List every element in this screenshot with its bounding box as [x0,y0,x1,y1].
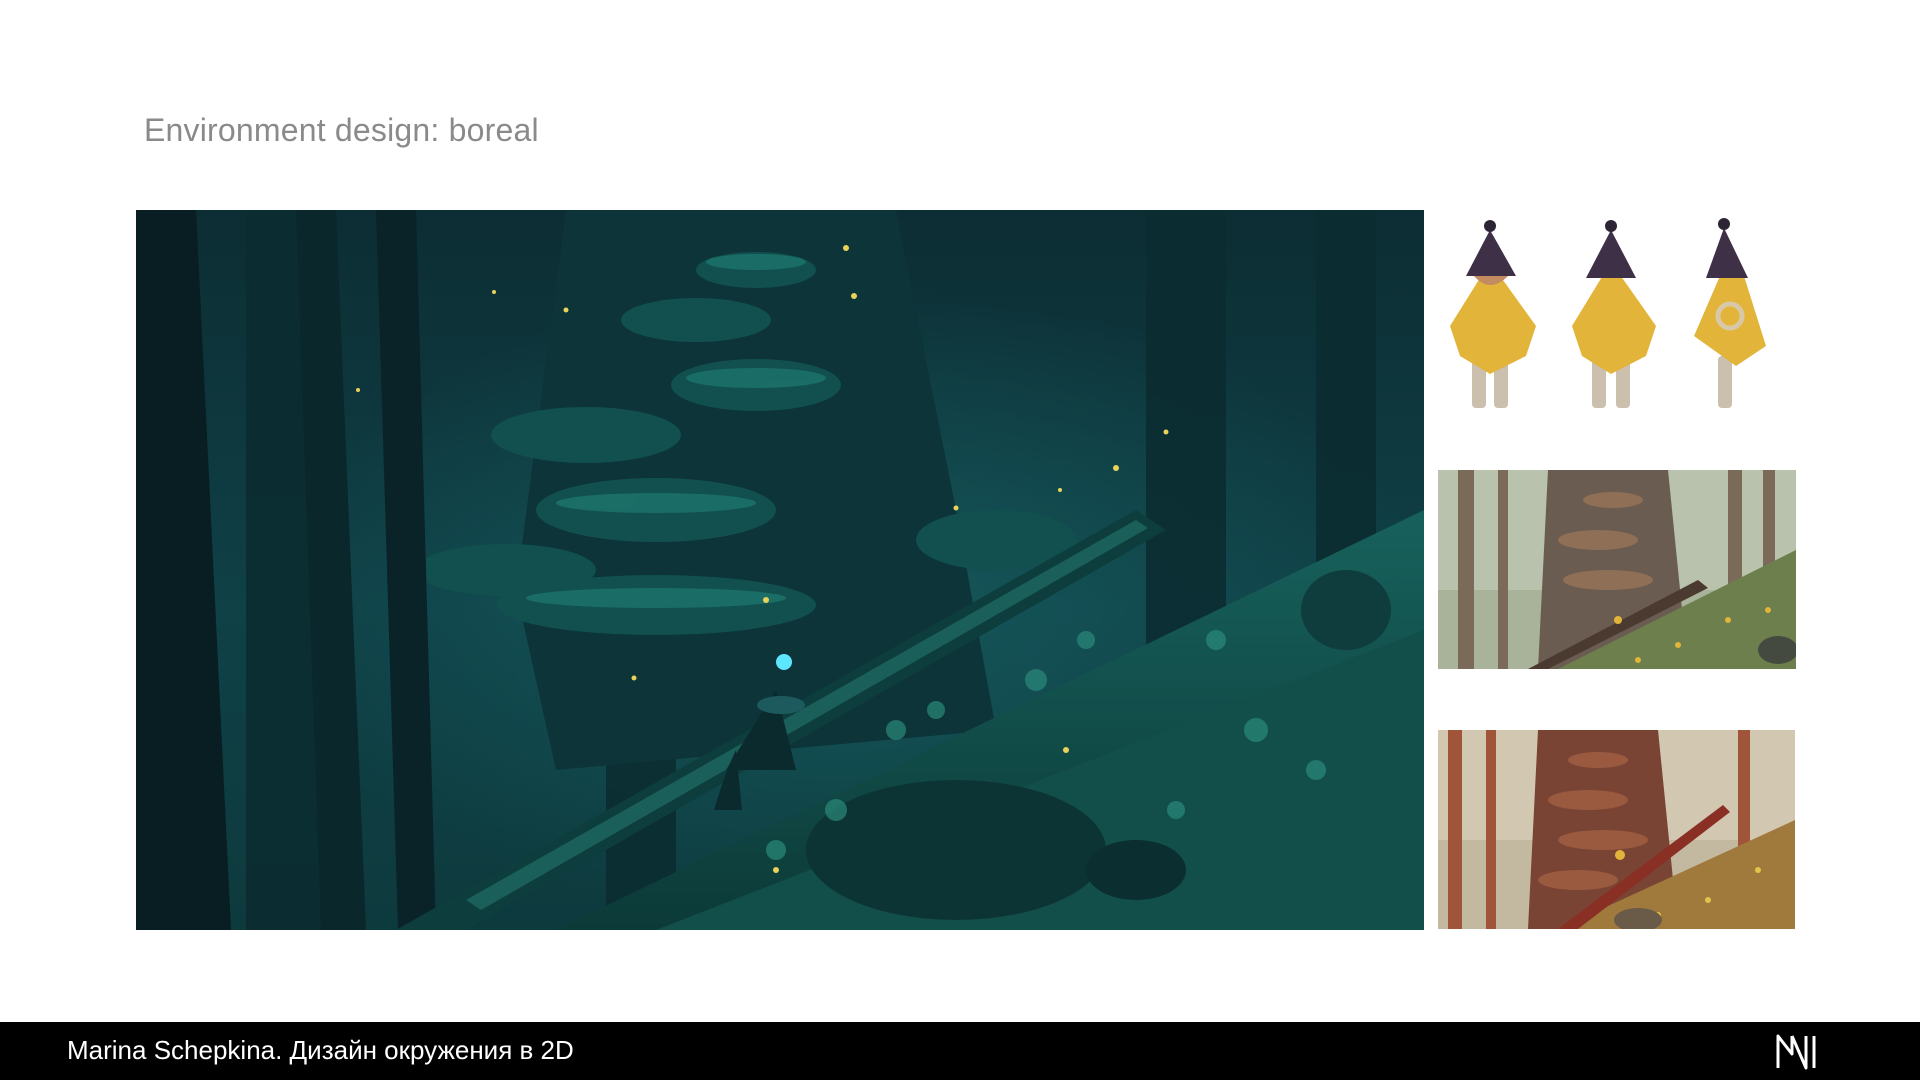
character-side-view [1694,218,1766,408]
daytime-variant-thumbnail [1438,470,1796,669]
autumn-variant-thumbnail [1438,730,1795,929]
character-back-view [1572,220,1656,408]
boreal-night-scene [136,210,1424,930]
main-environment-painting [136,210,1424,930]
mn-monogram-icon [1774,1032,1818,1070]
character-front-view [1450,220,1536,408]
page-title: Environment design: boreal [144,112,539,148]
hooded-character-views [1450,218,1766,408]
author-credit: Marina Schepkina. Дизайн окружения в 2D [67,1035,574,1065]
footer-bar: Marina Schepkina. Дизайн окружения в 2D [0,1022,1920,1080]
character-turnaround [1436,206,1796,436]
